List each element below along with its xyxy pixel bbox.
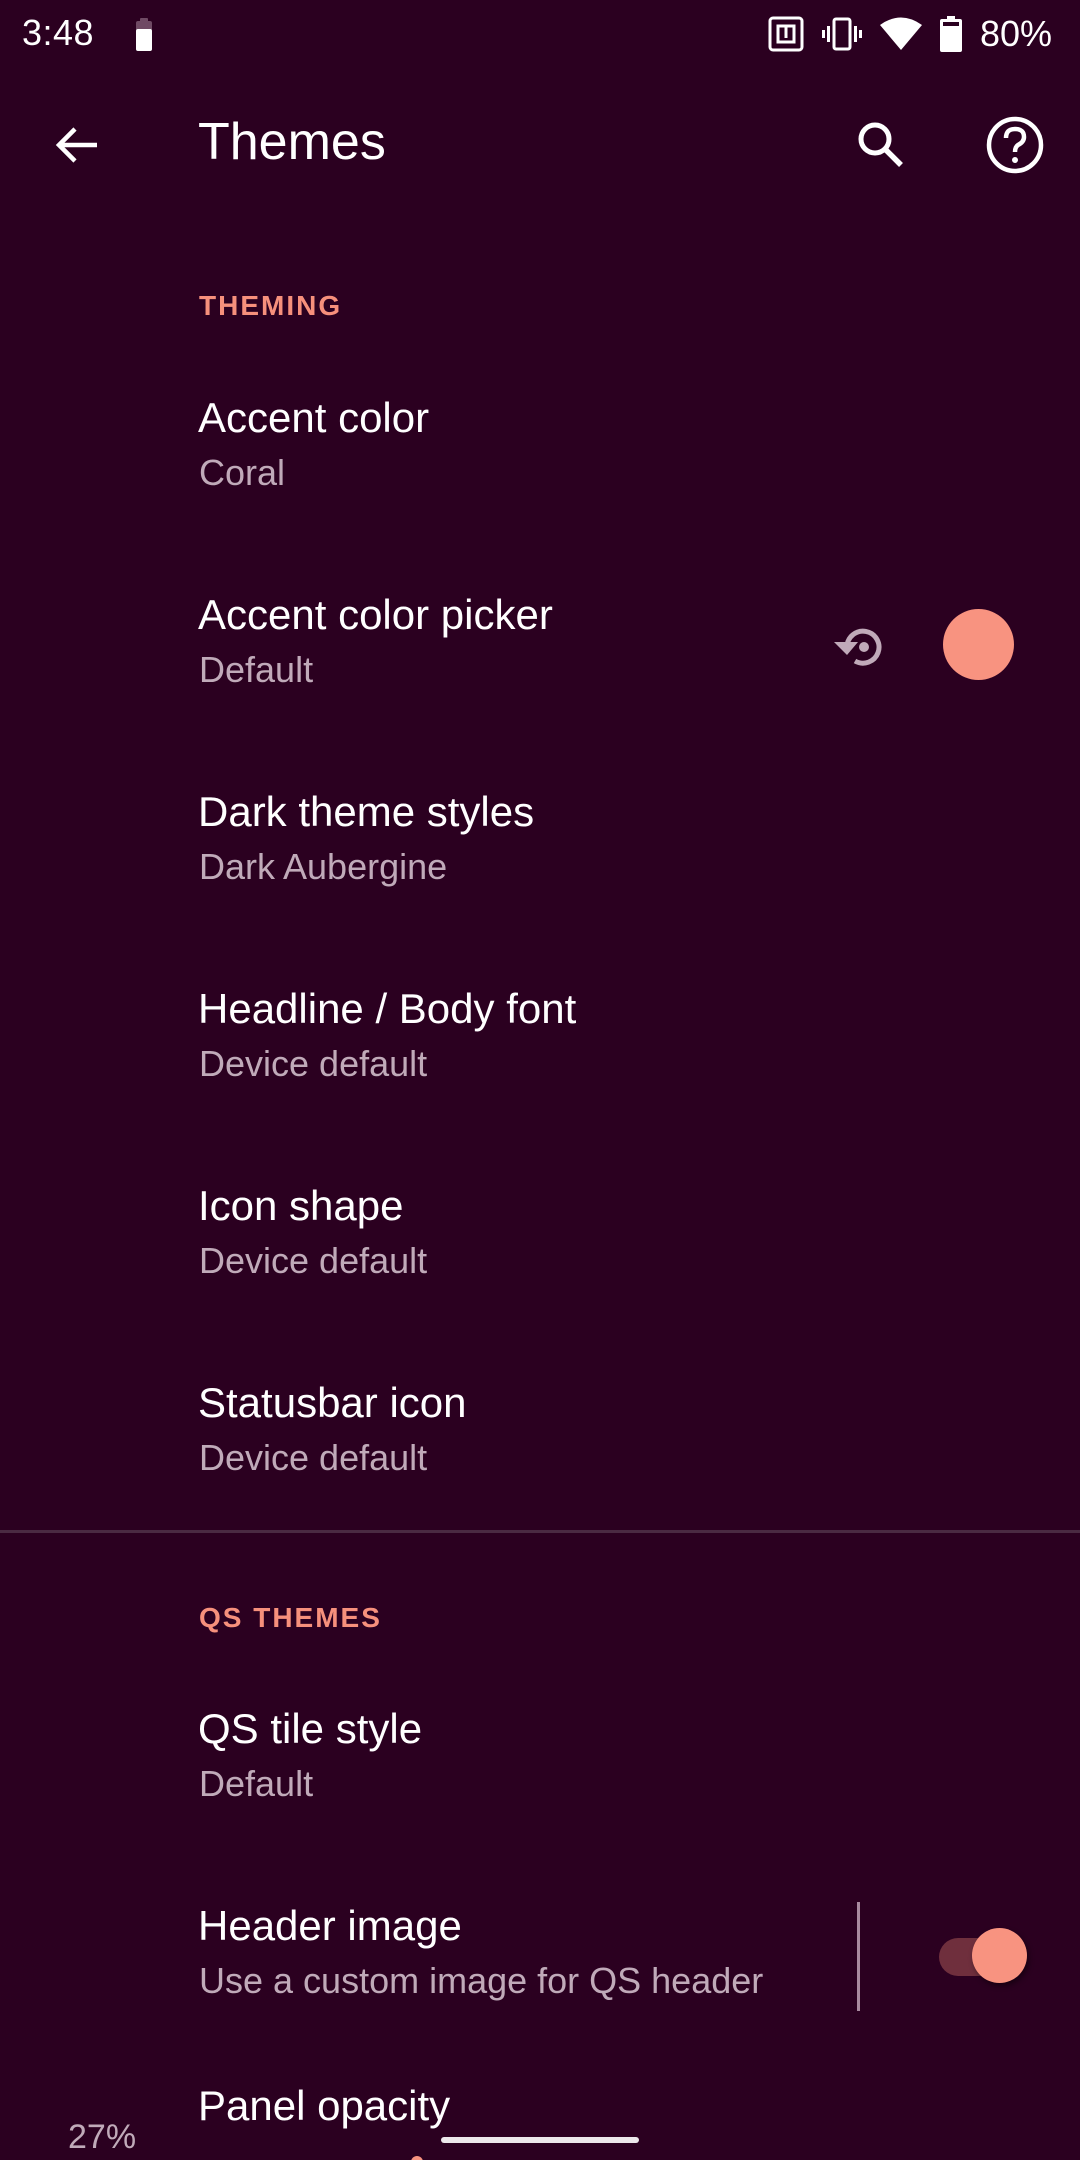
pref-title: Headline / Body font — [198, 985, 577, 1032]
pref-summary: Dark Aubergine — [199, 846, 448, 887]
pref-title: Dark theme styles — [198, 788, 535, 835]
search-icon — [858, 122, 903, 167]
pref-accent-color-picker[interactable]: Accent color picker Default — [0, 555, 1080, 751]
status-time: 3:48 — [22, 12, 95, 53]
reset-accent-button[interactable] — [828, 614, 894, 680]
pref-title: Accent color picker — [198, 591, 553, 638]
pref-qs-tile-style[interactable]: QS tile style Default — [0, 1669, 1080, 1865]
app-bar: Themes — [0, 90, 1080, 200]
vibrate-icon — [821, 17, 862, 51]
pref-summary: Device default — [199, 1043, 428, 1084]
search-button[interactable] — [848, 112, 914, 178]
battery-icon — [939, 16, 962, 52]
pref-summary: Device default — [199, 1240, 428, 1281]
pref-accent-color[interactable]: Accent color Coral — [0, 358, 1080, 554]
arrow-back-icon — [55, 127, 97, 163]
help-circle-icon — [986, 116, 1044, 174]
back-button[interactable] — [46, 114, 108, 176]
pref-title: Statusbar icon — [198, 1379, 467, 1426]
section-divider — [0, 1530, 1080, 1533]
help-button[interactable] — [980, 110, 1050, 180]
pref-dark-theme-styles[interactable]: Dark theme styles Dark Aubergine — [0, 752, 1080, 948]
navigation-handle[interactable] — [441, 2137, 639, 2143]
pref-summary: Use a custom image for QS header — [199, 1960, 764, 2001]
toggle-divider — [857, 1902, 860, 2011]
pref-summary: Coral — [199, 452, 286, 493]
toggle-thumb — [972, 1928, 1027, 1983]
header-image-toggle[interactable] — [939, 1928, 1027, 1988]
pref-title: QS tile style — [198, 1705, 423, 1752]
pref-statusbar-icon[interactable]: Statusbar icon Device default — [0, 1343, 1080, 1539]
status-bar: 3:48 80% — [0, 0, 1080, 70]
status-icons: 80% — [768, 12, 1052, 56]
battery-percent: 80% — [979, 13, 1052, 54]
wifi-icon — [879, 17, 922, 50]
pref-summary: Default — [199, 1763, 314, 1804]
section-header-qs-themes: QS THEMES — [199, 1602, 382, 1633]
section-header-theming: THEMING — [199, 290, 343, 321]
pref-panel-opacity-title: Panel opacity — [198, 2082, 451, 2129]
battery-saver-icon — [136, 18, 152, 51]
pref-summary: Default — [199, 649, 314, 690]
pref-summary: Device default — [199, 1437, 428, 1478]
nfc-icon — [768, 16, 804, 52]
pref-title: Icon shape — [198, 1182, 404, 1229]
panel-opacity-value: 27% — [68, 2118, 137, 2156]
pref-title: Accent color — [198, 394, 430, 441]
pref-title: Header image — [198, 1902, 462, 1949]
restore-icon — [834, 628, 882, 666]
page-title: Themes — [198, 113, 386, 171]
accent-color-swatch[interactable] — [943, 609, 1014, 680]
panel-opacity-slider-thumb[interactable] — [411, 2156, 423, 2160]
pref-header-image[interactable]: Header image Use a custom image for QS h… — [0, 1866, 850, 2062]
pref-icon-shape[interactable]: Icon shape Device default — [0, 1146, 1080, 1342]
pref-headline-body-font[interactable]: Headline / Body font Device default — [0, 949, 1080, 1145]
themes-screen: 3:48 80% Themes THEMING Accent color Cor… — [0, 0, 1080, 2160]
